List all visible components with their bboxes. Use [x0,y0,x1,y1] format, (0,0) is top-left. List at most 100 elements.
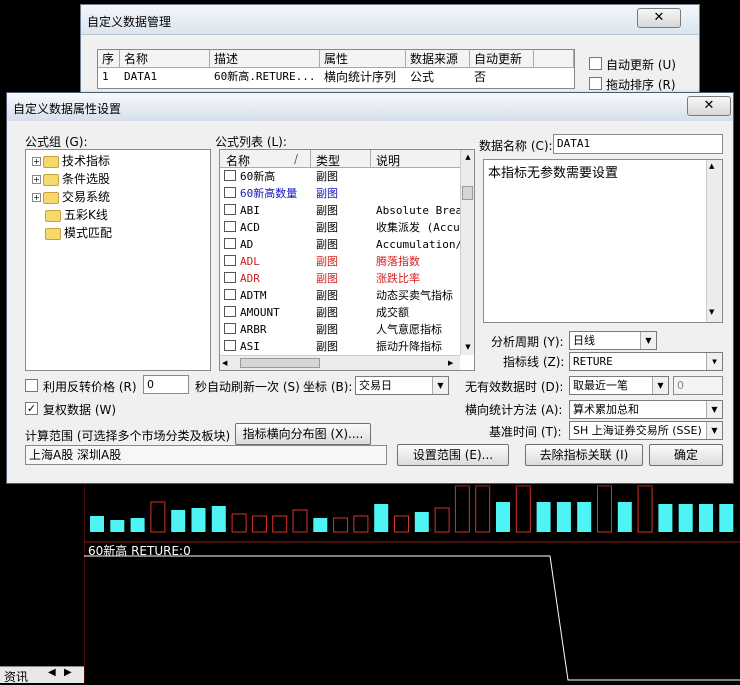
formula-type: 副图 [316,306,338,319]
formula-group-tree[interactable]: + 技术指标 + 条件选股 + 交易系统 五彩K线 模式匹配 [25,149,211,371]
table-cell[interactable]: 公式 [406,68,470,86]
distribution-chart-button[interactable]: 指标横向分布图 (X).... [235,423,371,445]
chevron-down-icon[interactable]: ▼ [706,401,722,418]
close-icon[interactable]: ✕ [687,96,731,116]
auto-update-checkbox[interactable] [589,57,602,70]
volume-bar [130,518,145,532]
scroll-down-icon[interactable]: ▼ [709,308,714,316]
list-item[interactable]: ADR 副图 涨跌比率 [220,270,458,287]
scroll-right-icon[interactable]: ▶ [448,356,453,370]
scroll-up-icon[interactable]: ▲ [709,162,714,170]
chevron-down-icon[interactable]: ▼ [432,377,448,394]
expand-icon[interactable]: + [32,175,41,184]
formula-list[interactable]: 名称 / 类型 说明 60新高 副图 60新高数量 副图 ABI 副图 Absolute B… [219,149,475,371]
volume-bar [191,508,206,532]
divider [310,150,311,168]
use-reverse-price-checkbox[interactable] [25,379,38,392]
table-cell[interactable]: 1 [98,68,120,86]
sort-divider: / [294,152,299,166]
list-item[interactable]: 60新高数量 副图 [220,185,458,202]
arrow-left-icon[interactable]: ◀ [48,667,56,678]
column-header[interactable]: 描述 [210,50,320,68]
table-cell[interactable]: 否 [470,68,534,86]
formula-icon [224,289,236,300]
tree-item-pattern[interactable]: 模式匹配 [45,224,112,242]
scroll-left-icon[interactable]: ◀ [222,356,227,370]
volume-bar [577,502,592,532]
axis-select[interactable]: 交易日 ▼ [355,376,449,395]
no-data-count-input[interactable]: 0 [673,376,723,395]
adjusted-data-checkbox[interactable]: ✓ [25,402,38,415]
folder-icon [43,155,59,168]
base-time-label: 基准时间 (T): [489,425,562,439]
scroll-down-icon[interactable]: ▼ [462,340,474,354]
chevron-down-icon[interactable]: ▼ [652,377,668,394]
column-header[interactable]: 序 [98,50,120,68]
expand-icon[interactable]: + [32,157,41,166]
formula-desc: Absolute Bread [376,204,469,217]
formula-desc: 涨跌比率 [376,272,420,285]
column-header[interactable]: 名称 [120,50,210,68]
scroll-thumb[interactable] [240,358,320,368]
formula-type: 副图 [316,323,338,336]
table-cell[interactable]: 60新高.RETURE... [210,68,320,86]
tree-item-trading[interactable]: + 交易系统 [32,188,110,206]
column-header[interactable]: 名称 [226,152,250,169]
refresh-seconds-input[interactable]: 0 [143,375,189,394]
chevron-down-icon[interactable]: ▼ [706,353,722,370]
list-item[interactable]: ADL 副图 腾落指数 [220,253,458,270]
chart-background [84,470,740,683]
base-time-select[interactable]: SH 上海证券交易所 (SSE) ▼ [569,421,723,440]
chevron-down-icon[interactable]: ▼ [640,332,656,349]
list-item[interactable]: ABI 副图 Absolute Bread [220,202,469,219]
drag-sort-checkbox[interactable] [589,77,602,90]
volume-bar [536,502,551,532]
column-header[interactable]: 自动更新 [470,50,534,68]
list-item[interactable]: ASI 副图 振动升降指标 [220,338,458,355]
scroll-thumb[interactable] [462,186,473,200]
list-item[interactable]: 60新高 副图 [220,168,458,185]
ok-button[interactable]: 确定 [649,444,723,466]
expand-icon[interactable]: + [32,193,41,202]
data-list: 序 名称 描述 属性 数据来源 自动更新 1 DATA1 60新高.RETURE… [97,49,575,89]
remove-indicator-link-button[interactable]: 去除指标关联 (I) [525,444,643,466]
vertical-scrollbar[interactable]: ▲ ▼ [706,160,722,322]
adjusted-data-label: 复权数据 (W) [43,403,117,417]
column-header[interactable]: 类型 [316,152,340,169]
news-tab[interactable]: 资讯 [4,668,28,685]
formula-icon [224,204,236,215]
tree-item-technical[interactable]: + 技术指标 [32,152,110,170]
period-select[interactable]: 日线 ▼ [569,331,657,350]
auto-update-label: 自动更新 (U) [606,58,676,72]
column-header[interactable]: 属性 [320,50,406,68]
list-item[interactable]: ACD 副图 收集派发 (Accu [220,219,460,236]
calc-range-label: 计算范围 (可选择多个市场分类及板块) [25,429,231,443]
column-header[interactable]: 说明 [376,152,400,169]
formula-icon [224,272,236,283]
close-icon[interactable]: ✕ [637,8,681,28]
set-range-button[interactable]: 设置范围 (E)... [397,444,509,466]
column-header[interactable]: 数据来源 [406,50,470,68]
volume-bar [617,502,632,532]
formula-icon [224,170,236,181]
list-item[interactable]: ADTM 副图 动态买卖气指标 [220,287,458,304]
tree-item-screening[interactable]: + 条件选股 [32,170,110,188]
horizontal-scrollbar[interactable]: ◀ ▶ [220,355,460,370]
tree-item-colorful-k[interactable]: 五彩K线 [45,206,108,224]
chevron-down-icon[interactable]: ▼ [706,422,722,439]
data-name-input[interactable]: DATA1 [553,134,723,154]
no-data-select[interactable]: 取最近一笔 ▼ [569,376,669,395]
list-item[interactable]: ARBR 副图 人气意愿指标 [220,321,458,338]
table-cell[interactable]: DATA1 [120,68,210,86]
indicator-line-select[interactable]: RETURE ▼ [569,352,723,371]
scroll-up-icon[interactable]: ▲ [462,150,474,164]
list-item[interactable]: AMOUNT 副图 成交额 [220,304,458,321]
table-cell[interactable]: 横向统计序列 [320,68,406,86]
formula-type: 副图 [316,255,338,268]
stat-method-select[interactable]: 算术累加总和 ▼ [569,400,723,419]
list-item[interactable]: AD 副图 Accumulation/D [220,236,469,253]
vertical-scrollbar[interactable]: ▲ ▼ [460,150,474,355]
volume-bar [719,504,734,532]
volume-bar [110,520,125,532]
arrow-right-icon[interactable]: ▶ [64,667,72,678]
